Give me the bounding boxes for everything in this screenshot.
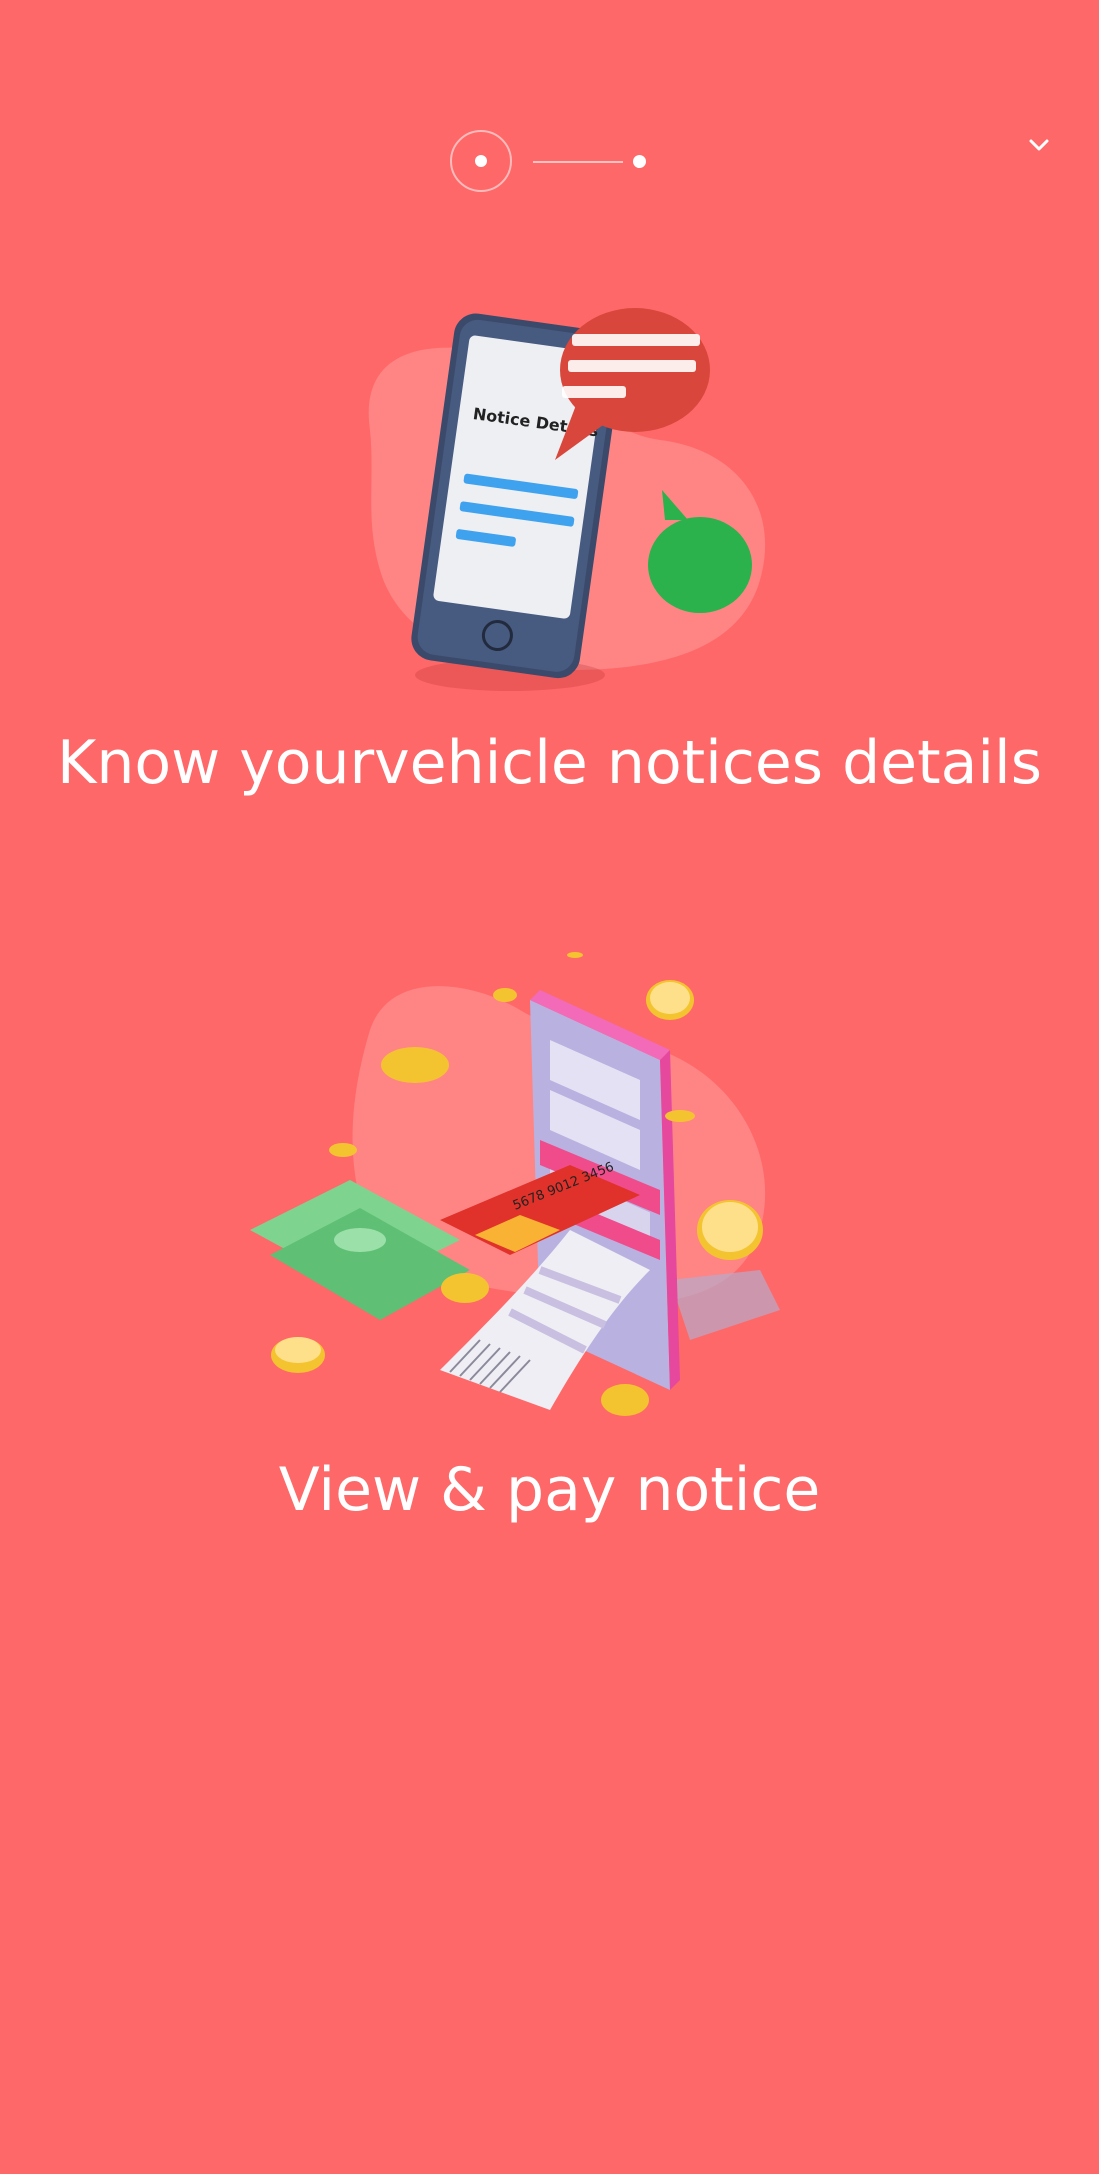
step-connector <box>533 161 623 163</box>
step-2-dot[interactable] <box>633 155 646 168</box>
feature-title-notice-details: Know yourvehicle notices details <box>57 728 1042 798</box>
notice-details-illustration: Notice Details <box>340 280 780 700</box>
chevron-down-icon[interactable] <box>1024 130 1054 160</box>
step-indicator <box>450 130 650 196</box>
feature-title-pay-notice: View & pay notice <box>278 1455 821 1525</box>
step-1-dot <box>475 155 487 167</box>
pay-notice-illustration: 5678 9012 3456 <box>240 940 800 1440</box>
